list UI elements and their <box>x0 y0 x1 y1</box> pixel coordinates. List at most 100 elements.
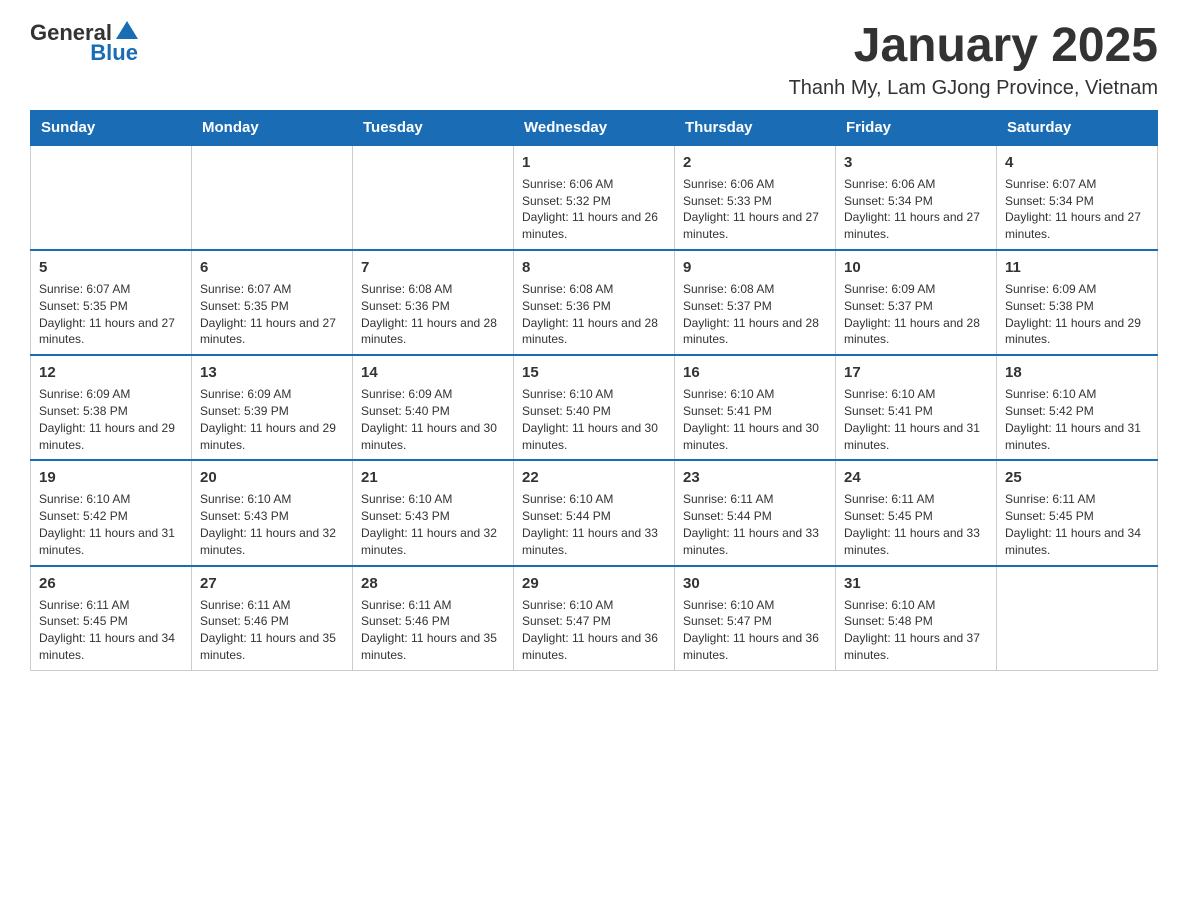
week-row-5: 26Sunrise: 6:11 AM Sunset: 5:45 PM Dayli… <box>31 566 1158 671</box>
week-row-3: 12 Sunrise: 6:09 AM Sunset: 5:38 PM Dayli… <box>31 355 1158 460</box>
subtitle: Thanh My, Lam GJong Province, Vietnam <box>789 77 1158 100</box>
day-info: Sunrise: 6:09 AM Sunset: 5:40 PM Dayligh… <box>361 386 505 453</box>
day-info: Sunrise: 6:07 AM Sunset: 5:35 PM Dayligh… <box>200 281 344 348</box>
calendar-cell: 28 Sunrise: 6:11 AM Sunset: 5:46 PM Dayli… <box>353 566 514 671</box>
day-info: Sunrise: 6:11 AM Sunset: 5:45 PM Dayligh… <box>1005 491 1149 558</box>
calendar-cell: 13 Sunrise: 6:09 AM Sunset: 5:39 PM Dayli… <box>192 355 353 460</box>
day-info: Sunrise: 6:11 AM Sunset: 5:46 PM Dayligh… <box>361 597 505 664</box>
day-info: Sunrise: 6:09 AM Sunset: 5:38 PM Dayligh… <box>39 386 183 453</box>
day-info: Sunrise: 6:11 AM Sunset: 5:45 PM Dayligh… <box>39 597 183 664</box>
week-row-4: 19 Sunrise: 6:10 AM Sunset: 5:42 PM Dayli… <box>31 460 1158 565</box>
day-number: 24 <box>844 467 988 488</box>
day-number: 15 <box>522 362 666 383</box>
day-number: 25 <box>1005 467 1149 488</box>
calendar-header-monday: Monday <box>192 110 353 145</box>
day-info: Sunrise: 6:10 AM Sunset: 5:40 PM Dayligh… <box>522 386 666 453</box>
day-info: Sunrise: 6:07 AM Sunset: 5:35 PM Dayligh… <box>39 281 183 348</box>
calendar-cell: 10 Sunrise: 6:09 AM Sunset: 5:37 PM Dayli… <box>836 250 997 355</box>
day-number: 19 <box>39 467 183 488</box>
calendar-cell: 23Sunrise: 6:11 AM Sunset: 5:44 PM Dayli… <box>675 460 836 565</box>
calendar-cell: 8 Sunrise: 6:08 AM Sunset: 5:36 PM Daylig… <box>514 250 675 355</box>
calendar-cell: 30Sunrise: 6:10 AM Sunset: 5:47 PM Dayli… <box>675 566 836 671</box>
calendar-cell <box>353 145 514 250</box>
day-number: 1 <box>522 152 666 173</box>
calendar-header-tuesday: Tuesday <box>353 110 514 145</box>
calendar-cell: 29 Sunrise: 6:10 AM Sunset: 5:47 PM Dayli… <box>514 566 675 671</box>
calendar-cell <box>192 145 353 250</box>
day-info: Sunrise: 6:10 AM Sunset: 5:47 PM Dayligh… <box>683 597 827 664</box>
day-info: Sunrise: 6:09 AM Sunset: 5:38 PM Dayligh… <box>1005 281 1149 348</box>
calendar-header-row: SundayMondayTuesdayWednesdayThursdayFrid… <box>31 110 1158 145</box>
day-info: Sunrise: 6:08 AM Sunset: 5:36 PM Dayligh… <box>522 281 666 348</box>
day-info: Sunrise: 6:10 AM Sunset: 5:44 PM Dayligh… <box>522 491 666 558</box>
calendar-cell: 16 Sunrise: 6:10 AM Sunset: 5:41 PM Dayli… <box>675 355 836 460</box>
calendar-cell: 15 Sunrise: 6:10 AM Sunset: 5:40 PM Dayli… <box>514 355 675 460</box>
day-info: Sunrise: 6:11 AM Sunset: 5:46 PM Dayligh… <box>200 597 344 664</box>
calendar-cell: 5 Sunrise: 6:07 AM Sunset: 5:35 PM Daylig… <box>31 250 192 355</box>
day-info: Sunrise: 6:09 AM Sunset: 5:37 PM Dayligh… <box>844 281 988 348</box>
calendar-cell: 17 Sunrise: 6:10 AM Sunset: 5:41 PM Dayli… <box>836 355 997 460</box>
main-title: January 2025 <box>789 20 1158 73</box>
day-number: 8 <box>522 257 666 278</box>
day-number: 31 <box>844 573 988 594</box>
calendar-cell: 1 Sunrise: 6:06 AM Sunset: 5:32 PM Daylig… <box>514 145 675 250</box>
day-number: 6 <box>200 257 344 278</box>
calendar-cell: 20Sunrise: 6:10 AM Sunset: 5:43 PM Dayli… <box>192 460 353 565</box>
calendar-cell <box>31 145 192 250</box>
day-info: Sunrise: 6:10 AM Sunset: 5:43 PM Dayligh… <box>361 491 505 558</box>
calendar-cell: 3 Sunrise: 6:06 AM Sunset: 5:34 PM Daylig… <box>836 145 997 250</box>
calendar-cell <box>997 566 1158 671</box>
calendar-cell: 12 Sunrise: 6:09 AM Sunset: 5:38 PM Dayli… <box>31 355 192 460</box>
calendar-cell: 25 Sunrise: 6:11 AM Sunset: 5:45 PM Dayli… <box>997 460 1158 565</box>
day-number: 23 <box>683 467 827 488</box>
day-info: Sunrise: 6:10 AM Sunset: 5:41 PM Dayligh… <box>844 386 988 453</box>
day-info: Sunrise: 6:06 AM Sunset: 5:32 PM Dayligh… <box>522 176 666 243</box>
calendar-header-wednesday: Wednesday <box>514 110 675 145</box>
day-number: 14 <box>361 362 505 383</box>
day-info: Sunrise: 6:10 AM Sunset: 5:42 PM Dayligh… <box>39 491 183 558</box>
day-number: 29 <box>522 573 666 594</box>
title-area: January 2025 Thanh My, Lam GJong Provinc… <box>789 20 1158 100</box>
day-info: Sunrise: 6:08 AM Sunset: 5:37 PM Dayligh… <box>683 281 827 348</box>
day-number: 27 <box>200 573 344 594</box>
calendar-cell: 7Sunrise: 6:08 AM Sunset: 5:36 PM Daylig… <box>353 250 514 355</box>
day-info: Sunrise: 6:08 AM Sunset: 5:36 PM Dayligh… <box>361 281 505 348</box>
day-number: 11 <box>1005 257 1149 278</box>
week-row-1: 1 Sunrise: 6:06 AM Sunset: 5:32 PM Daylig… <box>31 145 1158 250</box>
day-number: 16 <box>683 362 827 383</box>
day-number: 28 <box>361 573 505 594</box>
calendar-cell: 27 Sunrise: 6:11 AM Sunset: 5:46 PM Dayli… <box>192 566 353 671</box>
calendar-cell: 24Sunrise: 6:11 AM Sunset: 5:45 PM Dayli… <box>836 460 997 565</box>
day-info: Sunrise: 6:06 AM Sunset: 5:34 PM Dayligh… <box>844 176 988 243</box>
calendar-cell: 26Sunrise: 6:11 AM Sunset: 5:45 PM Dayli… <box>31 566 192 671</box>
calendar-cell: 19 Sunrise: 6:10 AM Sunset: 5:42 PM Dayli… <box>31 460 192 565</box>
day-number: 22 <box>522 467 666 488</box>
calendar-cell: 2 Sunrise: 6:06 AM Sunset: 5:33 PM Daylig… <box>675 145 836 250</box>
day-info: Sunrise: 6:10 AM Sunset: 5:47 PM Dayligh… <box>522 597 666 664</box>
day-number: 4 <box>1005 152 1149 173</box>
day-number: 13 <box>200 362 344 383</box>
day-info: Sunrise: 6:06 AM Sunset: 5:33 PM Dayligh… <box>683 176 827 243</box>
day-number: 3 <box>844 152 988 173</box>
calendar-header-saturday: Saturday <box>997 110 1158 145</box>
day-number: 5 <box>39 257 183 278</box>
week-row-2: 5 Sunrise: 6:07 AM Sunset: 5:35 PM Daylig… <box>31 250 1158 355</box>
calendar-cell: 18 Sunrise: 6:10 AM Sunset: 5:42 PM Dayli… <box>997 355 1158 460</box>
day-info: Sunrise: 6:10 AM Sunset: 5:48 PM Dayligh… <box>844 597 988 664</box>
calendar-cell: 31 Sunrise: 6:10 AM Sunset: 5:48 PM Dayli… <box>836 566 997 671</box>
day-info: Sunrise: 6:10 AM Sunset: 5:42 PM Dayligh… <box>1005 386 1149 453</box>
day-number: 12 <box>39 362 183 383</box>
calendar-cell: 21 Sunrise: 6:10 AM Sunset: 5:43 PM Dayli… <box>353 460 514 565</box>
day-number: 21 <box>361 467 505 488</box>
day-number: 10 <box>844 257 988 278</box>
day-info: Sunrise: 6:10 AM Sunset: 5:43 PM Dayligh… <box>200 491 344 558</box>
day-number: 18 <box>1005 362 1149 383</box>
day-info: Sunrise: 6:10 AM Sunset: 5:41 PM Dayligh… <box>683 386 827 453</box>
day-number: 2 <box>683 152 827 173</box>
day-info: Sunrise: 6:09 AM Sunset: 5:39 PM Dayligh… <box>200 386 344 453</box>
day-number: 17 <box>844 362 988 383</box>
day-info: Sunrise: 6:07 AM Sunset: 5:34 PM Dayligh… <box>1005 176 1149 243</box>
calendar-cell: 22 Sunrise: 6:10 AM Sunset: 5:44 PM Dayli… <box>514 460 675 565</box>
calendar-cell: 14 Sunrise: 6:09 AM Sunset: 5:40 PM Dayli… <box>353 355 514 460</box>
calendar-cell: 9Sunrise: 6:08 AM Sunset: 5:37 PM Daylig… <box>675 250 836 355</box>
